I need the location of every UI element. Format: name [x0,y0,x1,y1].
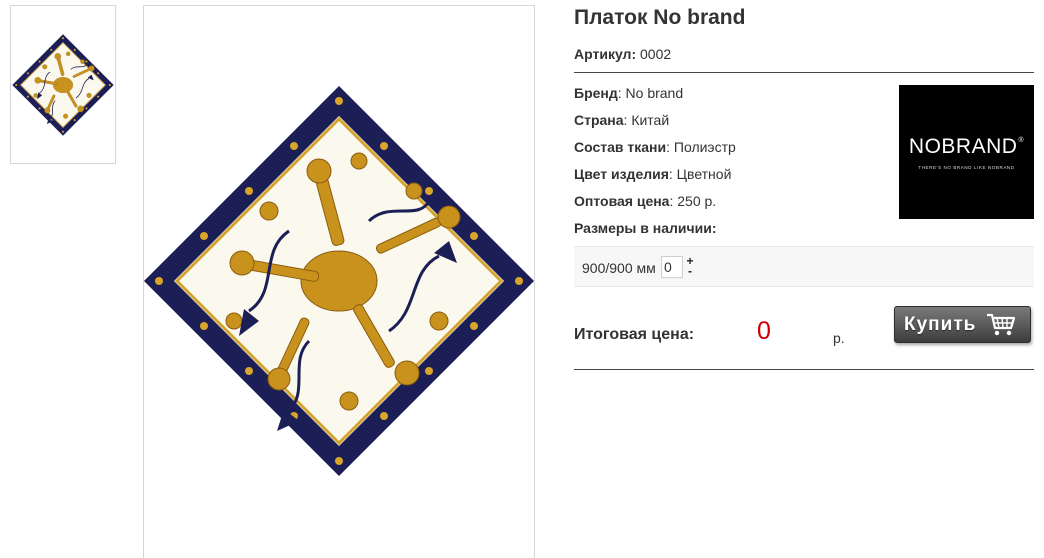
attr-value: : 250 р. [669,193,717,209]
article-line: Артикул: 0002 [574,46,671,62]
size-label: 900/900 мм [582,260,656,276]
article-value: 0002 [640,46,672,62]
attr-value: : No brand [617,85,684,101]
product-thumbnail[interactable] [10,5,116,164]
attr-label: Оптовая цена [574,193,670,209]
total-value: 0 [757,317,771,345]
divider [574,72,1034,73]
buy-button[interactable]: Купить [894,306,1031,343]
attr-label: Страна [574,112,624,128]
attr-value: : Китай [623,112,670,128]
attr-fabric: Состав ткани: Полиэстр [574,139,736,155]
divider [574,369,1034,370]
registered-mark: ® [1018,136,1025,144]
attr-wholesale-price: Оптовая цена: 250 р. [574,193,716,209]
scarf-main-image [144,84,534,478]
attr-country: Страна: Китай [574,112,669,128]
total-currency: р. [833,330,845,346]
product-page: Платок No brand Артикул: 0002 Бренд: No … [0,0,1044,558]
product-main-image[interactable] [143,5,535,558]
attr-value: : Полиэстр [666,139,736,155]
buy-button-label: Купить [904,313,977,335]
attr-brand: Бренд: No brand [574,85,683,101]
product-title: Платок No brand [574,6,746,29]
attr-label: Бренд [574,85,618,101]
brand-logo-word: NOBRAND ® [908,134,1025,158]
quantity-input[interactable] [661,256,683,278]
attr-value: : Цветной [668,166,732,182]
total-label: Итоговая цена: [574,326,695,343]
brand-logo-tagline: THERE'S NO BRAND LIKE NOBRAND [918,164,1015,170]
article-label: Артикул: [574,46,637,62]
scarf-thumbnail-image [11,33,115,136]
cart-icon [987,313,1016,335]
attr-label: Цвет изделия [574,166,669,182]
attr-label: Состав ткани [574,139,667,155]
attr-color: Цвет изделия: Цветной [574,166,731,182]
sizes-heading: Размеры в наличии: [574,220,717,236]
brand-logo: NOBRAND ® THERE'S NO BRAND LIKE NOBRAND [899,85,1034,219]
quantity-minus-button[interactable]: - [685,265,695,277]
size-row: 900/900 мм + - [574,246,1034,287]
